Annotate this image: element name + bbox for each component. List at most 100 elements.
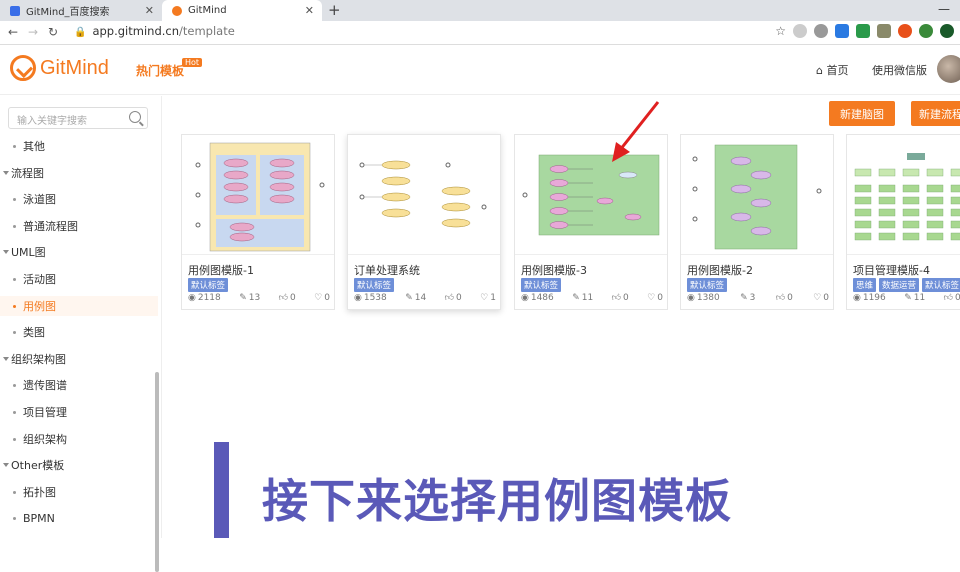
stat-favs[interactable]: ♡ 0 <box>314 293 330 303</box>
extension-icon[interactable] <box>856 24 870 38</box>
stat-favs[interactable]: ♡ 0 <box>813 293 829 303</box>
stat-likes[interactable]: 👍︎ 0 <box>445 293 462 303</box>
sidebar-item[interactable]: BPMN <box>0 508 158 528</box>
sidebar-item-label: 普通流程图 <box>23 219 78 233</box>
thumbs-up-icon: 👍︎ <box>943 293 954 303</box>
search-icon[interactable] <box>129 111 141 123</box>
nav-hot-templates[interactable]: 热门模板 <box>136 62 184 79</box>
stat-likes[interactable]: 👍︎ 0 <box>612 293 629 303</box>
template-thumbnail-frame[interactable] <box>681 135 833 255</box>
stat-likes[interactable]: 👍︎ 0 <box>279 293 296 303</box>
sidebar-group[interactable]: UML图 <box>0 242 158 262</box>
back-icon[interactable]: ← <box>8 25 18 39</box>
extension-icon[interactable] <box>877 24 891 38</box>
close-icon[interactable]: ✕ <box>305 4 314 17</box>
search-placeholder: 输入关键字搜索 <box>17 116 87 127</box>
extension-icon[interactable] <box>919 24 933 38</box>
sidebar-item[interactable]: 用例图 <box>0 295 158 316</box>
hot-badge: Hot <box>182 58 203 67</box>
stat-value: 0 <box>823 293 829 303</box>
close-icon[interactable]: ✕ <box>145 4 154 17</box>
sidebar-group[interactable]: 流程图 <box>0 163 158 183</box>
sidebar-group[interactable]: 组织架构图 <box>0 349 158 369</box>
stat-edits[interactable]: ✎ 3 <box>740 293 755 303</box>
stat-value: 11 <box>581 293 594 303</box>
template-title[interactable]: 用例图模版-2 <box>687 262 753 278</box>
sidebar-item[interactable]: 项目管理 <box>0 402 158 422</box>
tag-badge: 默认标签 <box>188 278 229 292</box>
new-tab-button[interactable]: + <box>328 0 341 20</box>
sidebar-item-label: Other模板 <box>11 459 65 473</box>
new-flowchart-button[interactable]: 新建流程 <box>911 101 960 126</box>
reload-icon[interactable]: ↻ <box>48 25 58 39</box>
stat-value: 1380 <box>696 293 720 303</box>
lock-icon: 🔒 <box>74 27 87 38</box>
extension-icon[interactable] <box>898 24 912 38</box>
tag-list: 默认标签 <box>521 278 562 292</box>
template-title[interactable]: 用例图模版-1 <box>188 262 254 278</box>
sidebar-item[interactable]: 其他 <box>0 136 158 156</box>
sidebar-item[interactable]: 普通流程图 <box>0 216 158 236</box>
template-title[interactable]: 用例图模版-3 <box>521 262 587 278</box>
stat-edits[interactable]: ✎ 14 <box>405 293 426 303</box>
template-thumbnail-frame[interactable] <box>182 135 334 255</box>
nav-wechat-version[interactable]: 使用微信版 <box>872 62 927 78</box>
nav-home[interactable]: ⌂ 首页 <box>816 62 848 78</box>
star-icon[interactable]: ☆ <box>775 24 786 38</box>
template-stats: ◉ 1380 ✎ 3 👍︎ 0 ♡ 0 <box>687 293 829 303</box>
url-field[interactable]: 🔒 app.gitmind.cn/template <box>74 24 235 38</box>
heart-icon: ♡ <box>647 293 656 303</box>
sidebar-item[interactable]: 组织架构 <box>0 429 158 449</box>
template-title[interactable]: 订单处理系统 <box>354 262 420 278</box>
sidebar-item[interactable]: 遗传图谱 <box>0 375 158 395</box>
profile-icon[interactable] <box>940 24 954 38</box>
new-mindmap-button[interactable]: 新建脑图 <box>829 101 895 126</box>
gitmind-logo[interactable]: GitMind <box>10 55 109 81</box>
template-thumbnail-frame[interactable] <box>348 135 500 255</box>
stat-value: 13 <box>248 293 261 303</box>
baidu-icon <box>10 5 20 16</box>
sidebar-item[interactable]: 拓扑图 <box>0 482 158 502</box>
forward-icon[interactable]: → <box>28 25 38 39</box>
stat-edits[interactable]: ✎ 11 <box>572 293 593 303</box>
stat-favs[interactable]: ♡ 1 <box>480 293 496 303</box>
browser-tab-gitmind[interactable]: GitMind ✕ <box>162 0 322 21</box>
template-thumbnail <box>195 142 325 252</box>
template-card[interactable]: 用例图模版-1 默认标签 ◉ 2118 ✎ 13 👍︎ 0 ♡ 0 <box>181 134 335 310</box>
stat-views: ◉ 1538 <box>354 293 387 303</box>
sidebar-scrollbar[interactable] <box>155 372 159 572</box>
extension-icon[interactable] <box>793 24 807 38</box>
template-card[interactable]: 用例图模版-2 默认标签 ◉ 1380 ✎ 3 👍︎ 0 ♡ 0 <box>680 134 834 310</box>
stat-views: ◉ 1486 <box>521 293 554 303</box>
tag-badge: 默认标签 <box>922 278 960 292</box>
search-input[interactable]: 输入关键字搜索 <box>8 107 148 129</box>
stat-value: 0 <box>290 293 296 303</box>
stat-likes[interactable]: 👍︎ 0 <box>944 293 960 303</box>
template-thumbnail-frame[interactable] <box>847 135 960 255</box>
tab-title: GitMind_百度搜索 <box>26 7 110 18</box>
stat-value: 0 <box>456 293 462 303</box>
sidebar-item[interactable]: 泳道图 <box>0 189 158 209</box>
sidebar-item-label: 遗传图谱 <box>23 379 67 393</box>
template-card[interactable]: 订单处理系统 默认标签 ◉ 1538 ✎ 14 👍︎ 0 ♡ 1 <box>347 134 501 310</box>
download-icon[interactable] <box>835 24 849 38</box>
tag-badge: 默认标签 <box>521 278 562 292</box>
tag-badge: 思维 <box>853 278 877 292</box>
browser-tab-baidu[interactable]: GitMind_百度搜索 ✕ <box>0 0 162 21</box>
stat-edits[interactable]: ✎ 11 <box>904 293 925 303</box>
stat-favs[interactable]: ♡ 0 <box>647 293 663 303</box>
minimize-button[interactable]: — <box>938 2 950 16</box>
stat-value: 1486 <box>530 293 554 303</box>
template-stats: ◉ 2118 ✎ 13 👍︎ 0 ♡ 0 <box>188 293 330 303</box>
sidebar-item[interactable]: 活动图 <box>0 269 158 289</box>
stat-likes[interactable]: 👍︎ 0 <box>776 293 793 303</box>
sidebar-item[interactable]: 类图 <box>0 322 158 342</box>
stat-edits[interactable]: ✎ 13 <box>239 293 260 303</box>
avatar[interactable] <box>937 55 960 83</box>
sidebar-group[interactable]: Other模板 <box>0 455 158 475</box>
sidebar-item-label: 类图 <box>23 326 45 340</box>
extension-icon[interactable] <box>814 24 828 38</box>
template-title[interactable]: 项目管理模版-4 <box>853 262 930 278</box>
stat-value: 11 <box>913 293 926 303</box>
template-card[interactable]: 项目管理模版-4思维数据运营默认标签◉1196✎11👍︎0♡0 <box>846 134 960 310</box>
